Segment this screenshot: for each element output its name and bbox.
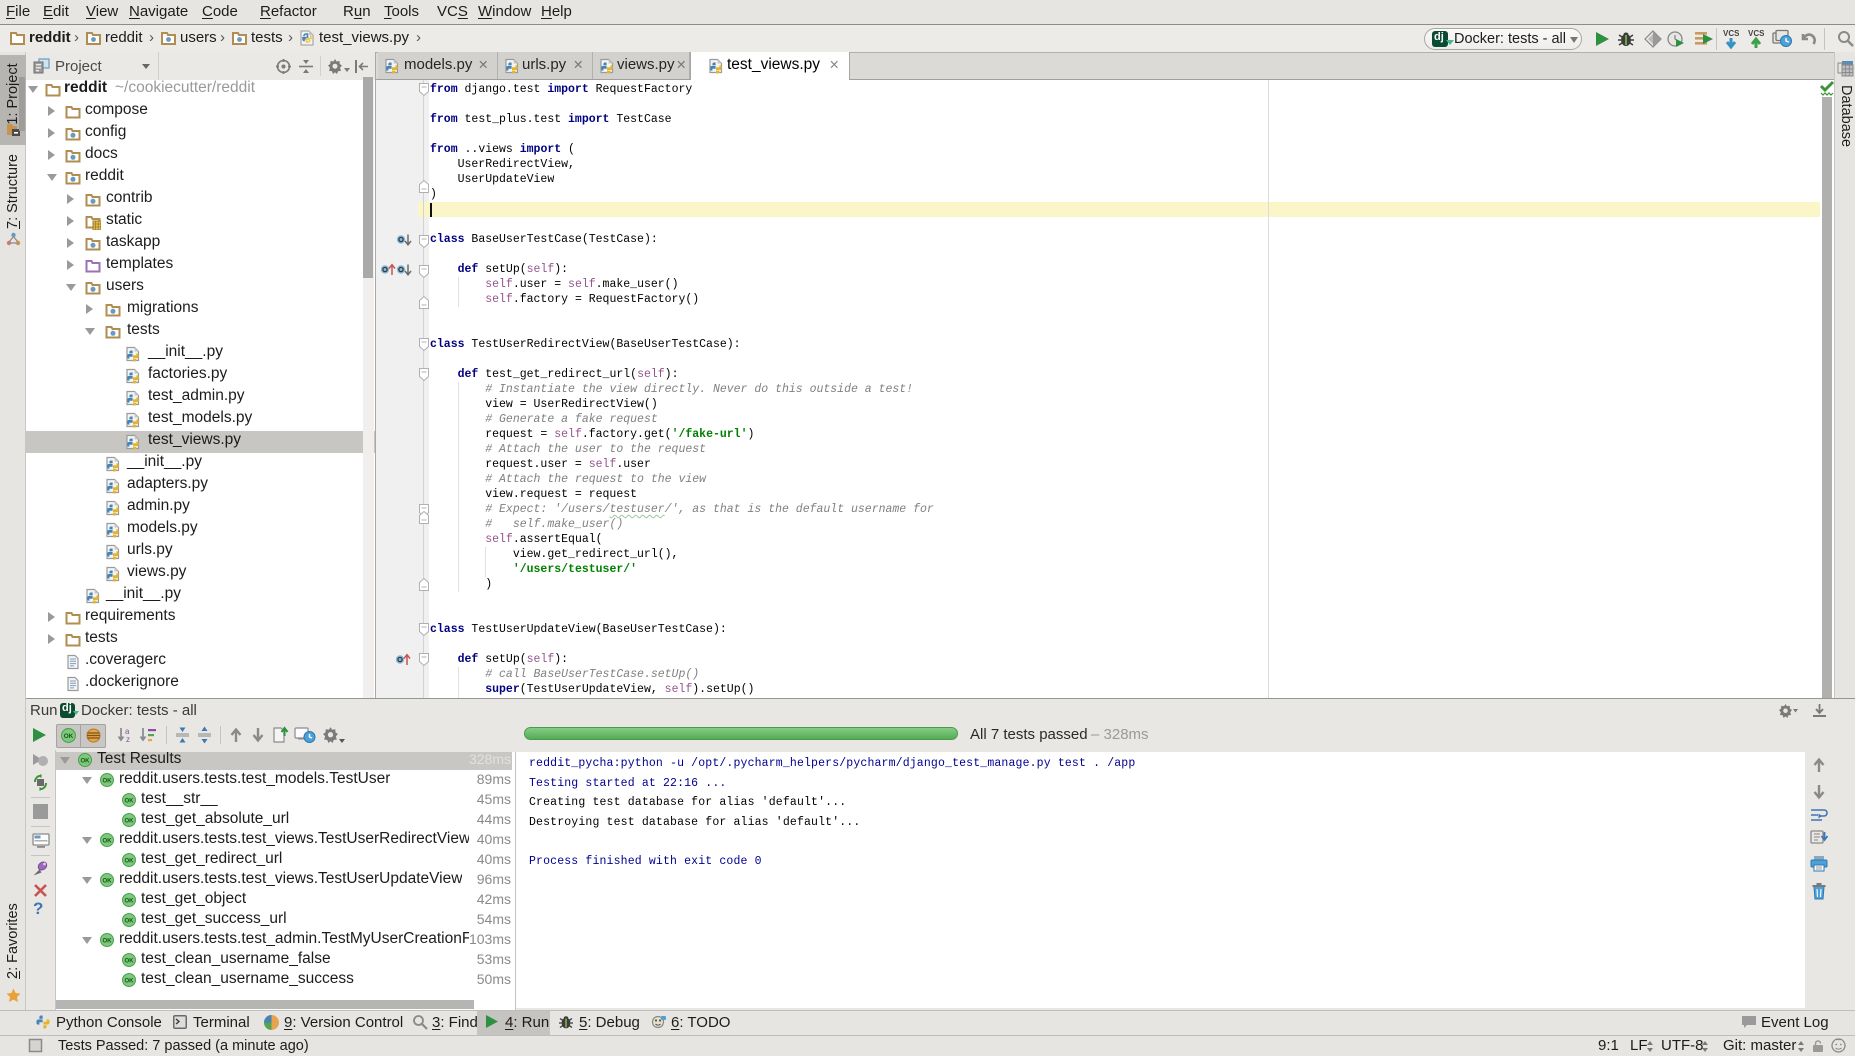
svg-text:VCS: VCS <box>1723 29 1739 38</box>
svg-text:z: z <box>126 735 130 744</box>
